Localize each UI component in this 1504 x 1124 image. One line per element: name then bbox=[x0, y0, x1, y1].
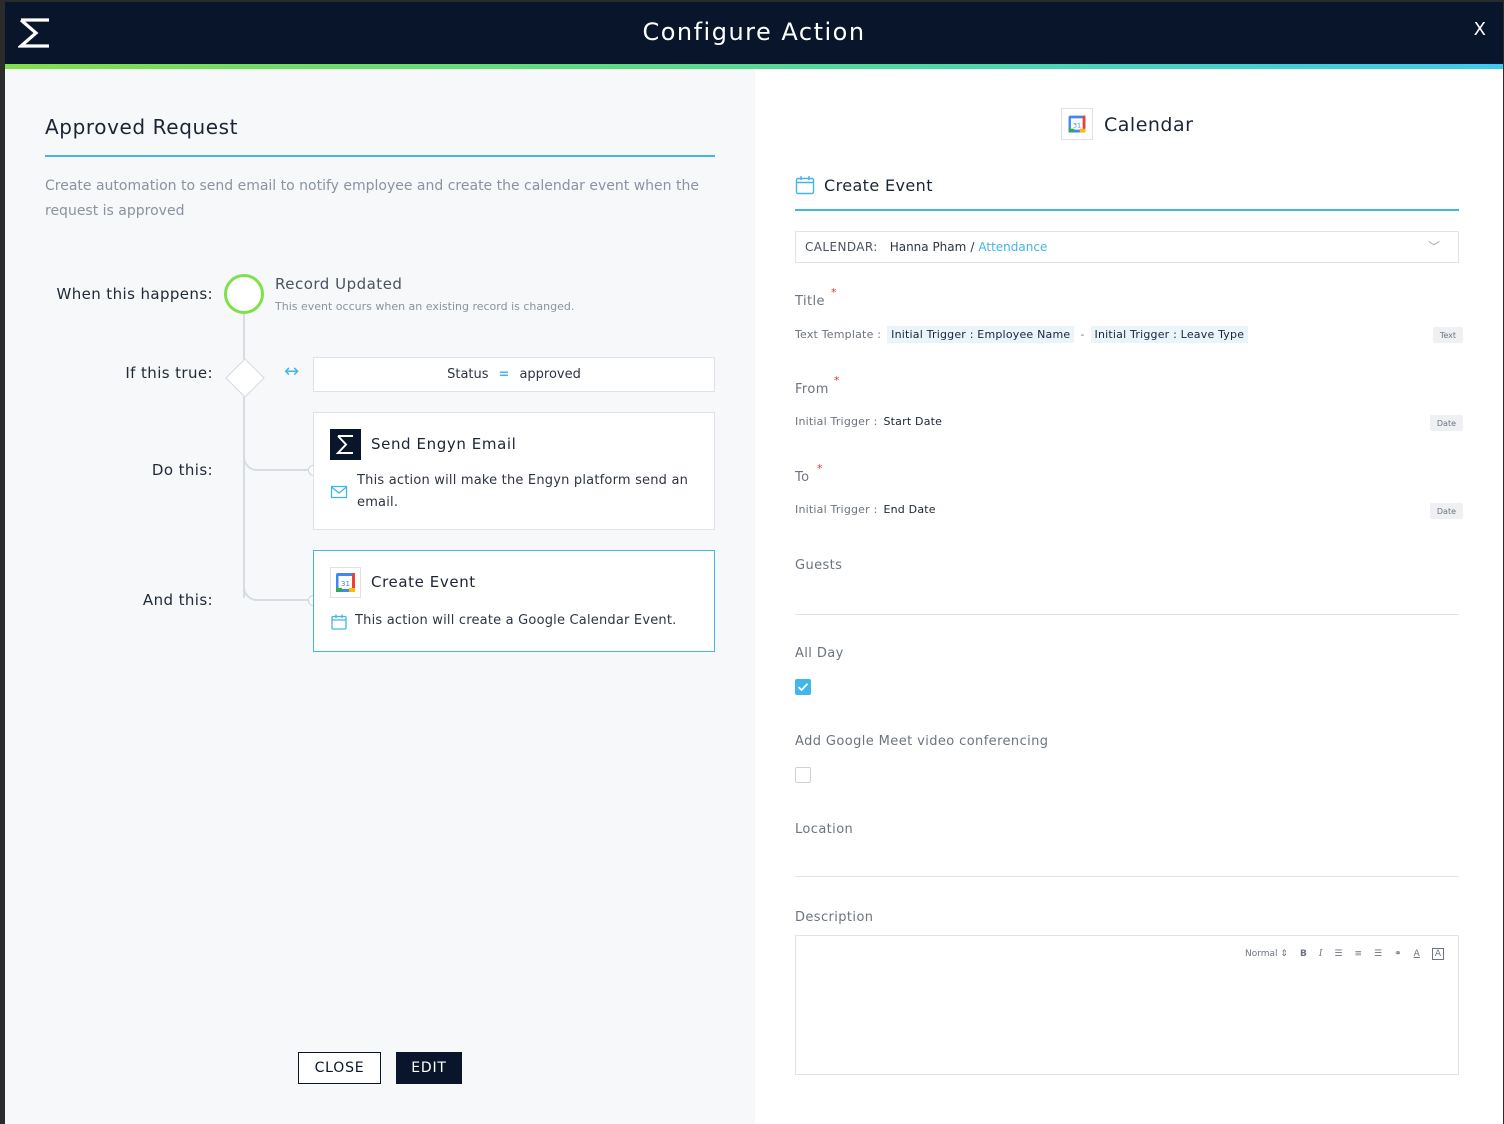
required-mark: * bbox=[817, 462, 823, 475]
action-description: This action will create a Google Calenda… bbox=[355, 613, 677, 628]
calendar-name: Attendance bbox=[978, 240, 1048, 254]
workflow-panel: Approved Request Create automation to se… bbox=[5, 69, 755, 1124]
italic-icon[interactable]: I bbox=[1319, 949, 1323, 959]
trigger-subtitle: This event occurs when an existing recor… bbox=[275, 300, 575, 313]
workflow-description: Create automation to send email to notif… bbox=[45, 178, 699, 219]
if-label: If this true: bbox=[125, 364, 213, 382]
condition-field: Status bbox=[447, 367, 489, 382]
svg-text:31: 31 bbox=[1073, 121, 1081, 129]
ordered-list-icon[interactable]: ☰ bbox=[1334, 949, 1342, 959]
field-prefix: Initial Trigger : bbox=[795, 415, 878, 428]
clear-format-icon[interactable]: A bbox=[1431, 948, 1444, 960]
format-value: Normal bbox=[1244, 949, 1278, 959]
flow-branch bbox=[243, 581, 313, 601]
workflow-title: Approved Request bbox=[45, 115, 239, 139]
chevron-down-icon: ﹀ bbox=[1427, 240, 1440, 254]
to-field-label: To bbox=[795, 470, 810, 485]
calendar-outline-icon bbox=[795, 176, 815, 195]
engyn-app-icon bbox=[330, 429, 361, 460]
type-tag: Text bbox=[1432, 327, 1463, 343]
template-chip[interactable]: Initial Trigger : Employee Name bbox=[887, 326, 1075, 343]
dialog-title: Configure Action bbox=[642, 18, 866, 46]
from-field-label: From bbox=[795, 382, 829, 397]
edit-button[interactable]: EDIT bbox=[396, 1052, 462, 1084]
to-field-value[interactable]: Initial Trigger : End Date bbox=[795, 503, 936, 516]
meet-label: Add Google Meet video conferencing bbox=[795, 734, 1049, 749]
action-config-panel: 31 Calendar Create Event CALENDAR: Hanna… bbox=[755, 69, 1503, 1124]
required-mark: * bbox=[834, 374, 840, 387]
type-tag: Date bbox=[1429, 415, 1463, 431]
action-description: This action will make the Engyn platform… bbox=[357, 473, 689, 510]
field-value: Start Date bbox=[883, 415, 943, 428]
flow-branch bbox=[243, 451, 313, 471]
field-value: End Date bbox=[883, 503, 936, 516]
bold-icon[interactable]: B bbox=[1300, 949, 1307, 959]
google-calendar-icon: 31 bbox=[330, 567, 361, 598]
description-editor[interactable]: Normal ⇕ B I ☰ ≡ ☰ ⚭ A A bbox=[795, 935, 1459, 1075]
calendar-user: Hanna Pham bbox=[889, 240, 967, 254]
section-divider bbox=[795, 209, 1459, 211]
check-icon bbox=[797, 683, 809, 692]
title-field-label: Title bbox=[795, 294, 825, 309]
condition-box[interactable]: Status = approved bbox=[313, 357, 715, 392]
template-separator: - bbox=[1080, 328, 1085, 341]
all-day-checkbox[interactable] bbox=[795, 679, 811, 695]
close-icon[interactable]: X bbox=[1474, 19, 1486, 40]
editor-toolbar: Normal ⇕ B I ☰ ≡ ☰ ⚭ A A bbox=[1245, 948, 1444, 960]
google-calendar-icon: 31 bbox=[1061, 108, 1093, 140]
do-label: Do this: bbox=[151, 461, 213, 479]
format-select[interactable]: Normal ⇕ bbox=[1245, 949, 1288, 959]
app-title: Calendar bbox=[1104, 114, 1194, 136]
all-day-label: All Day bbox=[795, 646, 844, 661]
svg-text:31: 31 bbox=[341, 580, 350, 588]
close-button[interactable]: CLOSE bbox=[298, 1052, 381, 1084]
configure-action-dialog: Configure Action X Approved Request Crea… bbox=[5, 2, 1503, 1124]
action-section-title: Create Event bbox=[824, 176, 933, 195]
description-label: Description bbox=[795, 910, 874, 925]
condition-diamond-icon[interactable] bbox=[225, 358, 265, 398]
title-divider bbox=[45, 155, 715, 157]
when-label: When this happens: bbox=[56, 285, 213, 303]
action-title: Send Engyn Email bbox=[371, 435, 517, 453]
title-field-value[interactable]: Text Template : Initial Trigger : Employ… bbox=[795, 326, 1249, 343]
action-title: Create Event bbox=[371, 573, 476, 591]
type-tag: Date bbox=[1429, 503, 1463, 519]
guests-label: Guests bbox=[795, 558, 843, 573]
required-mark: * bbox=[831, 286, 837, 299]
field-prefix: Initial Trigger : bbox=[795, 503, 878, 516]
calendar-select[interactable]: CALENDAR: Hanna Pham / Attendance ﹀ bbox=[795, 231, 1459, 263]
guests-input[interactable] bbox=[795, 614, 1459, 615]
condition-operator: = bbox=[498, 367, 510, 382]
dialog-header: Configure Action X bbox=[5, 2, 1503, 64]
template-chip[interactable]: Initial Trigger : Leave Type bbox=[1090, 326, 1249, 343]
link-icon[interactable]: ⚭ bbox=[1394, 949, 1402, 959]
mail-icon bbox=[330, 485, 348, 499]
calendar-separator: / bbox=[970, 240, 975, 254]
action-card-create-event[interactable]: 31 Create Event This action will create … bbox=[313, 550, 715, 652]
and-label: And this: bbox=[142, 591, 213, 609]
location-input[interactable] bbox=[795, 876, 1459, 877]
location-label: Location bbox=[795, 822, 854, 837]
text-color-icon[interactable]: A bbox=[1414, 949, 1420, 959]
calendar-outline-icon bbox=[331, 614, 347, 630]
action-card-send-email[interactable]: Send Engyn Email This action will make t… bbox=[313, 412, 715, 530]
bullet-list-icon[interactable]: ≡ bbox=[1354, 949, 1362, 959]
trigger-title: Record Updated bbox=[275, 275, 403, 293]
bidirectional-arrow-icon: ↔ bbox=[284, 361, 300, 382]
trigger-node-icon[interactable] bbox=[224, 274, 264, 314]
condition-value: approved bbox=[519, 367, 581, 382]
template-prefix: Text Template : bbox=[795, 328, 882, 341]
calendar-select-label: CALENDAR: bbox=[805, 240, 878, 254]
from-field-value[interactable]: Initial Trigger : Start Date bbox=[795, 415, 942, 428]
meet-checkbox[interactable] bbox=[795, 767, 811, 783]
align-icon[interactable]: ☰ bbox=[1374, 949, 1382, 959]
